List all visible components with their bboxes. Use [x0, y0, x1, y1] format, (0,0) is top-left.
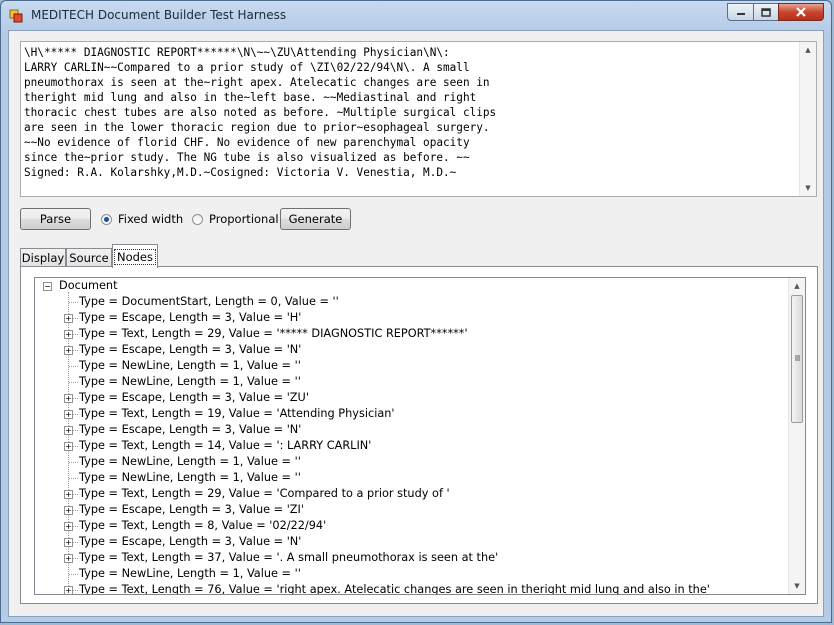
tree-connector-line	[69, 366, 78, 367]
tree-connector-line	[69, 382, 78, 383]
tab-source[interactable]: Source	[66, 248, 112, 267]
tree-scroll-thumb[interactable]	[791, 295, 803, 423]
radio-selected-icon	[101, 213, 112, 225]
tree-connector-line	[69, 462, 78, 463]
maximize-icon	[761, 7, 771, 17]
tree-scroll-up-arrow-icon[interactable]: ▲	[789, 278, 805, 294]
app-window: MEDITECH Document Builder Test Harness \…	[0, 0, 832, 623]
tree-node[interactable]: Type = Text, Length = 37, Value = '. A s…	[79, 550, 498, 566]
expand-icon[interactable]: +	[64, 442, 73, 451]
grip-icon	[795, 355, 800, 361]
report-text-line: since the~prior study. The NG tube is al…	[24, 151, 470, 164]
tab-source-label: Source	[69, 251, 109, 265]
expand-icon[interactable]: +	[64, 346, 73, 355]
expand-icon[interactable]: +	[64, 314, 73, 323]
report-text-line: LARRY CARLIN~~Compared to a prior study …	[24, 61, 470, 74]
fixed-width-radio[interactable]: Fixed width	[101, 212, 183, 226]
scroll-down-arrow-icon[interactable]: ▼	[800, 180, 816, 196]
tree-node[interactable]: Type = Text, Length = 29, Value = '*****…	[79, 326, 468, 342]
tab-display-label: Display	[21, 251, 65, 265]
expand-icon[interactable]: +	[64, 394, 73, 403]
expand-icon[interactable]: +	[64, 586, 73, 594]
expand-icon[interactable]: +	[64, 330, 73, 339]
close-icon	[796, 7, 806, 17]
tree-node[interactable]: Type = Text, Length = 76, Value = 'right…	[79, 582, 710, 594]
scroll-up-arrow-icon[interactable]: ▲	[800, 42, 816, 58]
tree-node[interactable]: Type = Escape, Length = 3, Value = 'H'	[79, 310, 301, 326]
tree-node[interactable]: Type = NewLine, Length = 1, Value = ''	[79, 454, 301, 470]
tree-connector-line	[69, 302, 78, 303]
tree-scroll-down-arrow-icon[interactable]: ▼	[789, 578, 805, 594]
tab-display[interactable]: Display	[20, 248, 66, 267]
tree-node[interactable]: Type = DocumentStart, Length = 0, Value …	[79, 294, 339, 310]
proportional-label: Proportional	[209, 212, 279, 226]
editor-vertical-scrollbar[interactable]: ▲ ▼	[799, 42, 816, 196]
tree-node[interactable]: Type = Escape, Length = 3, Value = 'N'	[79, 534, 301, 550]
expand-icon[interactable]: +	[64, 554, 73, 563]
nodes-tree-view[interactable]: − Document Type = DocumentStart, Length …	[34, 277, 806, 595]
expand-icon[interactable]: +	[64, 410, 73, 419]
client-area: \H\***** DIAGNOSTIC REPORT******\N\~~\ZU…	[8, 30, 824, 617]
report-text-line: Signed: R.A. Kolarshky,M.D.~Cosigned: Vi…	[24, 166, 457, 179]
tree-connector-line	[69, 478, 78, 479]
report-text-line: pneumothorax is seen at the~right apex. …	[24, 76, 490, 89]
tree-node[interactable]: Type = Text, Length = 8, Value = '02/22/…	[79, 518, 326, 534]
expand-icon[interactable]: +	[64, 522, 73, 531]
report-text-line: are seen in the lower thoracic region du…	[24, 121, 490, 134]
generate-button[interactable]: Generate	[280, 208, 351, 230]
report-text[interactable]: \H\***** DIAGNOSTIC REPORT******\N\~~\ZU…	[24, 45, 496, 180]
tree-connector-line	[69, 574, 78, 575]
expand-icon[interactable]: +	[64, 538, 73, 547]
minimize-icon	[736, 13, 745, 15]
minimize-button[interactable]	[727, 3, 754, 21]
tree-node[interactable]: Type = NewLine, Length = 1, Value = ''	[79, 374, 301, 390]
report-text-line: \H\***** DIAGNOSTIC REPORT******\N\~~\ZU…	[24, 46, 450, 59]
tree-node[interactable]: Type = NewLine, Length = 1, Value = ''	[79, 566, 301, 582]
fixed-width-label: Fixed width	[118, 212, 184, 226]
tree-node[interactable]: Type = NewLine, Length = 1, Value = ''	[79, 470, 301, 486]
tree-node[interactable]: Type = Text, Length = 19, Value = 'Atten…	[79, 406, 395, 422]
expand-icon[interactable]: +	[64, 490, 73, 499]
report-text-line: thoracic chest tubes are also noted as b…	[24, 106, 497, 119]
report-text-line: ~~No evidence of florid CHF. No evidence…	[24, 136, 470, 149]
tree-vertical-scrollbar[interactable]: ▲ ▼	[788, 278, 805, 594]
tab-nodes[interactable]: Nodes	[112, 244, 158, 268]
collapse-icon[interactable]: −	[43, 282, 52, 291]
close-button[interactable]	[778, 3, 824, 21]
app-icon	[9, 9, 23, 23]
report-text-line: theright mid lung and also in the~left b…	[24, 91, 477, 104]
tree-node[interactable]: Type = Escape, Length = 3, Value = 'N'	[79, 342, 301, 358]
tree-node[interactable]: Type = Escape, Length = 3, Value = 'ZI'	[79, 502, 304, 518]
title-bar[interactable]: MEDITECH Document Builder Test Harness	[1, 1, 831, 31]
maximize-button[interactable]	[753, 3, 779, 21]
radio-unselected-icon	[192, 213, 203, 225]
nodes-tab-panel: − Document Type = DocumentStart, Length …	[20, 266, 818, 604]
parse-button[interactable]: Parse	[20, 208, 91, 230]
report-text-editor[interactable]: \H\***** DIAGNOSTIC REPORT******\N\~~\ZU…	[20, 41, 817, 197]
tree-node[interactable]: Type = Escape, Length = 3, Value = 'ZU'	[79, 390, 309, 406]
tree-node[interactable]: Type = Text, Length = 14, Value = ': LAR…	[79, 438, 371, 454]
tree-node[interactable]: Type = Escape, Length = 3, Value = 'N'	[79, 422, 301, 438]
expand-icon[interactable]: +	[64, 506, 73, 515]
tree-node[interactable]: Type = NewLine, Length = 1, Value = ''	[79, 358, 301, 374]
tab-nodes-label: Nodes	[113, 248, 156, 265]
proportional-radio[interactable]: Proportional	[192, 212, 279, 226]
tree-node[interactable]: Type = Text, Length = 29, Value = 'Compa…	[79, 486, 450, 502]
window-title: MEDITECH Document Builder Test Harness	[31, 8, 287, 22]
expand-icon[interactable]: +	[64, 426, 73, 435]
